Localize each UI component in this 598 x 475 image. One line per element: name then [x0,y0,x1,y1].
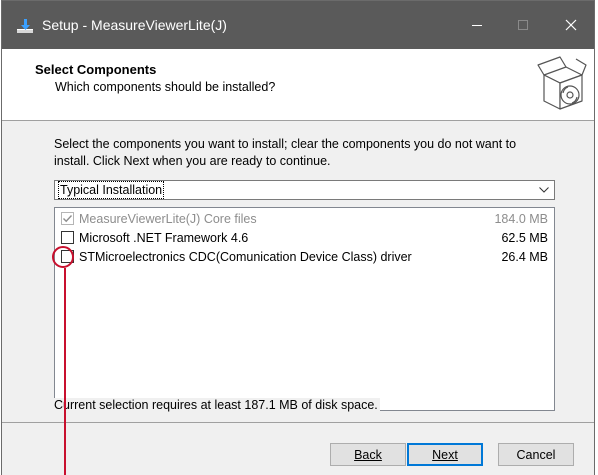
back-button[interactable]: Back [330,443,406,466]
component-row-stm-driver[interactable]: STMicroelectronics CDC(Comunication Devi… [55,247,554,267]
component-label: STMicroelectronics CDC(Comunication Devi… [79,250,412,264]
title-bar[interactable]: Setup - MeasureViewerLite(J) [2,1,594,49]
window-title: Setup - MeasureViewerLite(J) [42,17,227,33]
page-title: Select Components [35,62,157,77]
software-box-icon [536,55,588,113]
component-checkbox-core [61,212,74,225]
component-size: 62.5 MB [501,231,548,245]
components-list[interactable]: MeasureViewerLite(J) Core files 184.0 MB… [54,207,555,411]
footer-divider [2,422,594,423]
back-button-label: Back [354,447,382,462]
wizard-header: Select Components Which components shoul… [2,49,594,121]
close-button[interactable] [548,1,594,49]
next-button[interactable]: Next [407,443,483,466]
close-icon [565,16,577,35]
component-row-core: MeasureViewerLite(J) Core files 184.0 MB [55,209,554,229]
disk-space-text: Current selection requires at least 187.… [54,398,380,412]
next-button-label: Next [432,447,458,462]
install-type-value: Typical Installation [57,181,165,199]
maximize-button[interactable] [500,1,546,49]
component-label: Microsoft .NET Framework 4.6 [79,231,249,245]
maximize-icon [517,16,529,35]
cancel-button-label: Cancel [516,447,556,462]
component-label: MeasureViewerLite(J) Core files [79,212,257,226]
instructions-text: Select the components you want to instal… [54,137,517,168]
install-type-dropdown[interactable]: Typical Installation [54,180,555,200]
component-size: 184.0 MB [494,212,548,226]
component-size: 26.4 MB [501,250,548,264]
chevron-down-icon[interactable] [534,181,554,199]
minimize-button[interactable] [454,1,500,49]
installer-icon [16,17,34,35]
page-subtitle: Which components should be installed? [55,80,276,94]
component-checkbox-dotnet[interactable] [61,231,74,244]
annotation-pointer-line [64,268,66,475]
setup-window: Setup - MeasureViewerLite(J) Select Comp… [1,0,595,475]
annotation-circle [52,246,74,268]
component-row-dotnet[interactable]: Microsoft .NET Framework 4.6 62.5 MB [55,228,554,248]
minimize-icon [471,16,483,35]
cancel-button[interactable]: Cancel [498,443,574,466]
